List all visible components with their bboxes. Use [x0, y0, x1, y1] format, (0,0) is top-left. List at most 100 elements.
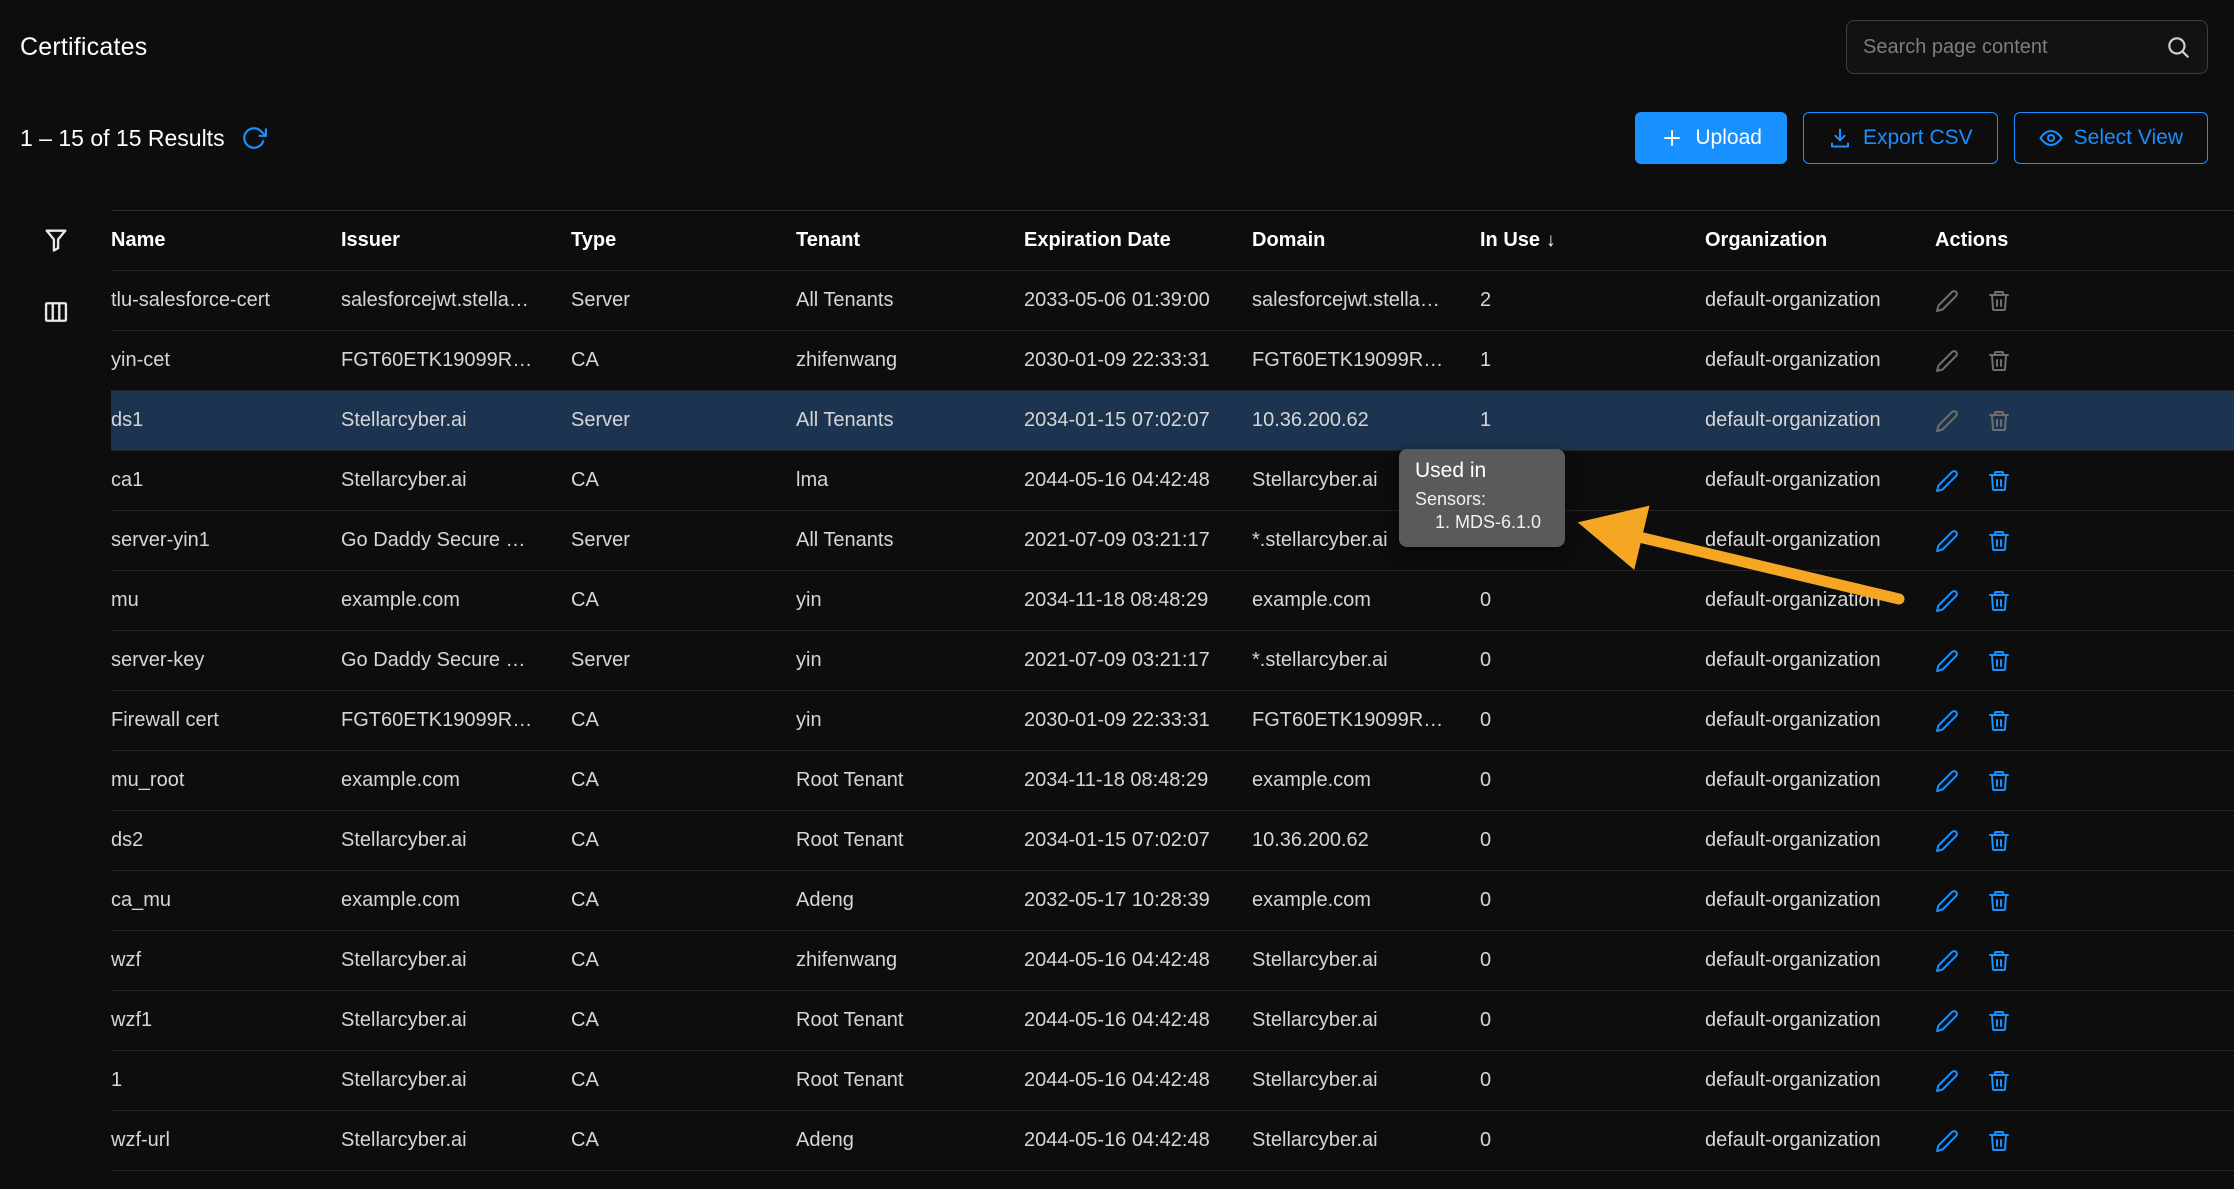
- select-view-button[interactable]: Select View: [2014, 112, 2208, 164]
- cell-name: server-yin1: [111, 511, 341, 571]
- columns-icon[interactable]: [42, 298, 70, 326]
- table-row[interactable]: wzf-urlStellarcyber.aiCAAdeng2044-05-16 …: [111, 1111, 2234, 1171]
- cell-issuer: Stellarcyber.ai: [341, 931, 571, 991]
- cell-domain: *.stellarcyber.ai: [1252, 631, 1480, 691]
- cell-domain: FGT60ETK19099R…: [1252, 691, 1480, 751]
- cell-organization: default-organization: [1705, 1051, 1935, 1111]
- delete-icon[interactable]: [1987, 829, 2011, 853]
- table-row[interactable]: Firewall certFGT60ETK19099R…CAyin2030-01…: [111, 691, 2234, 751]
- delete-icon[interactable]: [1987, 289, 2011, 313]
- cell-actions: [1935, 511, 2234, 571]
- upload-button[interactable]: Upload: [1635, 112, 1787, 164]
- edit-icon[interactable]: [1935, 889, 1959, 913]
- column-header-issuer[interactable]: Issuer: [341, 211, 571, 271]
- cell-in-use: 0: [1480, 811, 1705, 871]
- delete-icon[interactable]: [1987, 469, 2011, 493]
- table-row[interactable]: ca1Stellarcyber.aiCAlma2044-05-16 04:42:…: [111, 451, 2234, 511]
- cell-issuer: Stellarcyber.ai: [341, 391, 571, 451]
- content-area: Name Issuer Type Tenant Expiration Date …: [0, 210, 2234, 1171]
- table-row[interactable]: 1Stellarcyber.aiCARoot Tenant2044-05-16 …: [111, 1051, 2234, 1111]
- sort-desc-icon: ↓: [1546, 230, 1556, 251]
- edit-icon[interactable]: [1935, 649, 1959, 673]
- cell-organization: default-organization: [1705, 931, 1935, 991]
- cell-tenant: yin: [796, 691, 1024, 751]
- delete-icon[interactable]: [1987, 1009, 2011, 1033]
- column-header-name[interactable]: Name: [111, 211, 341, 271]
- edit-icon[interactable]: [1935, 949, 1959, 973]
- edit-icon[interactable]: [1935, 1009, 1959, 1033]
- delete-icon[interactable]: [1987, 1069, 2011, 1093]
- column-header-type[interactable]: Type: [571, 211, 796, 271]
- cell-name: ca_mu: [111, 871, 341, 931]
- table-row[interactable]: yin-cetFGT60ETK19099R…CAzhifenwang2030-0…: [111, 331, 2234, 391]
- edit-icon[interactable]: [1935, 829, 1959, 853]
- table-row[interactable]: wzf1Stellarcyber.aiCARoot Tenant2044-05-…: [111, 991, 2234, 1051]
- cell-type: CA: [571, 691, 796, 751]
- certificates-table: Name Issuer Type Tenant Expiration Date …: [111, 210, 2234, 1171]
- delete-icon[interactable]: [1987, 949, 2011, 973]
- edit-icon[interactable]: [1935, 469, 1959, 493]
- table-row[interactable]: tlu-salesforce-certsalesforcejwt.stella……: [111, 271, 2234, 331]
- edit-icon[interactable]: [1935, 409, 1959, 433]
- column-header-tenant[interactable]: Tenant: [796, 211, 1024, 271]
- cell-domain: Stellarcyber.ai: [1252, 1051, 1480, 1111]
- cell-domain: Stellarcyber.ai: [1252, 991, 1480, 1051]
- cell-tenant: All Tenants: [796, 511, 1024, 571]
- delete-icon[interactable]: [1987, 529, 2011, 553]
- cell-in-use: 0: [1480, 751, 1705, 811]
- refresh-icon[interactable]: [241, 125, 267, 151]
- cell-in-use: 0: [1480, 931, 1705, 991]
- cell-issuer: example.com: [341, 751, 571, 811]
- cell-expiration: 2033-05-06 01:39:00: [1024, 271, 1252, 331]
- edit-icon[interactable]: [1935, 589, 1959, 613]
- cell-expiration: 2034-01-15 07:02:07: [1024, 811, 1252, 871]
- table-row[interactable]: mu_rootexample.comCARoot Tenant2034-11-1…: [111, 751, 2234, 811]
- search-icon[interactable]: [2165, 34, 2191, 60]
- table-row[interactable]: wzfStellarcyber.aiCAzhifenwang2044-05-16…: [111, 931, 2234, 991]
- cell-domain: example.com: [1252, 871, 1480, 931]
- delete-icon[interactable]: [1987, 349, 2011, 373]
- cell-name: tlu-salesforce-cert: [111, 271, 341, 331]
- cell-type: CA: [571, 931, 796, 991]
- column-header-in-use[interactable]: In Use↓: [1480, 211, 1705, 271]
- edit-icon[interactable]: [1935, 349, 1959, 373]
- column-header-expiration-date[interactable]: Expiration Date: [1024, 211, 1252, 271]
- used-in-tooltip: Used in Sensors: 1. MDS-6.1.0: [1399, 449, 1565, 547]
- delete-icon[interactable]: [1987, 589, 2011, 613]
- cell-name: ds2: [111, 811, 341, 871]
- cell-issuer: FGT60ETK19099R…: [341, 331, 571, 391]
- export-csv-button[interactable]: Export CSV: [1803, 112, 1998, 164]
- cell-issuer: Stellarcyber.ai: [341, 1111, 571, 1171]
- edit-icon[interactable]: [1935, 289, 1959, 313]
- cell-name: yin-cet: [111, 331, 341, 391]
- table-side-tools: [0, 210, 111, 1171]
- search-box[interactable]: [1846, 20, 2208, 74]
- edit-icon[interactable]: [1935, 1069, 1959, 1093]
- edit-icon[interactable]: [1935, 1129, 1959, 1153]
- table-row[interactable]: server-keyGo Daddy Secure …Serveryin2021…: [111, 631, 2234, 691]
- table-row[interactable]: ca_muexample.comCAAdeng2032-05-17 10:28:…: [111, 871, 2234, 931]
- cell-expiration: 2034-11-18 08:48:29: [1024, 751, 1252, 811]
- delete-icon[interactable]: [1987, 709, 2011, 733]
- edit-icon[interactable]: [1935, 769, 1959, 793]
- cell-domain: Stellarcyber.ai: [1252, 931, 1480, 991]
- cell-tenant: Root Tenant: [796, 751, 1024, 811]
- cell-name: Firewall cert: [111, 691, 341, 751]
- delete-icon[interactable]: [1987, 649, 2011, 673]
- delete-icon[interactable]: [1987, 409, 2011, 433]
- table-row[interactable]: ds2Stellarcyber.aiCARoot Tenant2034-01-1…: [111, 811, 2234, 871]
- delete-icon[interactable]: [1987, 889, 2011, 913]
- column-header-domain[interactable]: Domain: [1252, 211, 1480, 271]
- search-input[interactable]: [1863, 36, 2165, 59]
- table-row[interactable]: ds1Stellarcyber.aiServerAll Tenants2034-…: [111, 391, 2234, 451]
- delete-icon[interactable]: [1987, 769, 2011, 793]
- delete-icon[interactable]: [1987, 1129, 2011, 1153]
- cell-name: mu: [111, 571, 341, 631]
- filter-icon[interactable]: [42, 226, 70, 254]
- table-row[interactable]: muexample.comCAyin2034-11-18 08:48:29exa…: [111, 571, 2234, 631]
- table-row[interactable]: server-yin1Go Daddy Secure …ServerAll Te…: [111, 511, 2234, 571]
- edit-icon[interactable]: [1935, 709, 1959, 733]
- cell-tenant: lma: [796, 451, 1024, 511]
- column-header-organization[interactable]: Organization: [1705, 211, 1935, 271]
- edit-icon[interactable]: [1935, 529, 1959, 553]
